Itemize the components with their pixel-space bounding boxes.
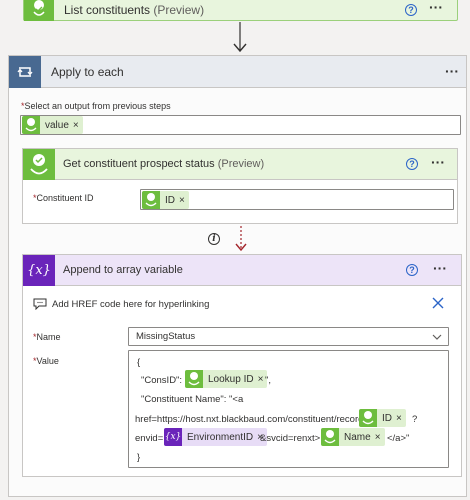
blackbaud-token-icon [142, 191, 160, 209]
loop-icon [9, 56, 41, 88]
select-output-field[interactable]: value × [20, 115, 461, 135]
blackbaud-token-icon [185, 370, 203, 388]
card-title-text: List constituents [64, 3, 151, 17]
value-text: </a>" [387, 433, 410, 444]
apply-to-each-title: Apply to each [51, 65, 124, 79]
constituent-id-label: *Constituent ID [33, 193, 94, 203]
help-icon[interactable]: ? [406, 158, 418, 170]
more-options-icon[interactable]: ··· [445, 63, 459, 79]
preview-label: (Preview) [217, 158, 265, 170]
environment-id-token[interactable]: {x} EnvironmentID × [164, 428, 267, 446]
append-array-card: {x} Append to array variable ? ··· Add H… [22, 254, 462, 477]
id-token[interactable]: ID × [359, 409, 406, 427]
constituent-id-field[interactable]: ID × [140, 189, 454, 210]
more-options-icon[interactable]: ··· [431, 154, 445, 170]
token-label: ID [165, 194, 175, 206]
help-icon[interactable]: ? [406, 264, 418, 276]
append-array-header[interactable]: {x} Append to array variable ? ··· [23, 255, 461, 286]
card-title: List constituents (Preview) [64, 3, 204, 17]
value-text: } [137, 452, 141, 463]
value-text: href=https://host.nxt.blackbaud.com/cons… [135, 414, 371, 425]
token-label: Lookup ID [208, 373, 254, 385]
token-remove-icon[interactable]: × [179, 195, 189, 206]
prospect-status-card: Get constituent prospect status (Preview… [22, 148, 458, 224]
value-text: "ConsID": " [141, 375, 189, 386]
more-options-icon[interactable]: ··· [429, 0, 443, 15]
preview-label: (Preview) [153, 3, 205, 17]
lookup-id-token[interactable]: Lookup ID × [185, 370, 268, 388]
flow-arrow-icon [233, 22, 247, 53]
variable-icon: {x} [23, 255, 55, 286]
comment-icon [33, 298, 47, 310]
value-text: ? [412, 414, 418, 425]
select-output-label: *Select an output from previous steps [21, 101, 171, 111]
token-label: ID [382, 412, 392, 424]
value-text: ", [265, 375, 272, 386]
value-text: { [137, 357, 141, 368]
more-options-icon[interactable]: ··· [433, 260, 447, 276]
blackbaud-connector-icon [23, 149, 55, 180]
close-icon[interactable] [431, 296, 445, 310]
help-icon[interactable]: ? [405, 4, 417, 16]
value-text: "Constituent Name": "<a [141, 394, 244, 405]
token-remove-icon[interactable]: × [73, 120, 83, 131]
list-constituents-card[interactable]: List constituents (Preview) ? ··· [23, 0, 458, 21]
prospect-status-header[interactable]: Get constituent prospect status (Preview… [23, 149, 457, 180]
token-remove-icon[interactable]: × [375, 432, 385, 443]
value-label: *Value [33, 356, 59, 366]
info-icon[interactable]: i [208, 233, 220, 245]
value-field[interactable]: { "ConsID": " Lookup ID × ", "Constituen… [128, 350, 449, 468]
chevron-down-icon [432, 334, 442, 340]
id-token[interactable]: ID × [142, 191, 189, 209]
comment-text[interactable]: Add HREF code here for hyperlinking [52, 299, 209, 310]
value-text: &svcid=renxt> [260, 433, 321, 444]
token-label: Name [344, 431, 371, 443]
name-token[interactable]: Name × [321, 428, 385, 446]
flow-arrow-icon [235, 226, 247, 252]
value-token[interactable]: value × [22, 116, 83, 134]
apply-to-each-header[interactable]: Apply to each ··· [9, 56, 466, 88]
name-label: *Name [33, 332, 61, 342]
card-title: Get constituent prospect status (Preview… [63, 158, 264, 170]
blackbaud-connector-icon [24, 0, 54, 21]
value-text: envid= [135, 433, 164, 444]
token-label: value [45, 119, 69, 131]
blackbaud-token-icon [22, 116, 40, 134]
blackbaud-token-icon [321, 428, 339, 446]
card-title-text: Append to array variable [63, 264, 183, 276]
card-title-text: Get constituent prospect status [63, 158, 215, 170]
name-dropdown-value: MissingStatus [136, 331, 196, 342]
token-label: EnvironmentID [187, 431, 254, 443]
token-remove-icon[interactable]: × [396, 413, 406, 424]
blackbaud-token-icon [359, 409, 377, 427]
apply-to-each-container: Apply to each ··· *Select an output from… [8, 55, 467, 497]
name-dropdown[interactable]: MissingStatus [128, 327, 449, 346]
variable-icon: {x} [164, 428, 182, 446]
